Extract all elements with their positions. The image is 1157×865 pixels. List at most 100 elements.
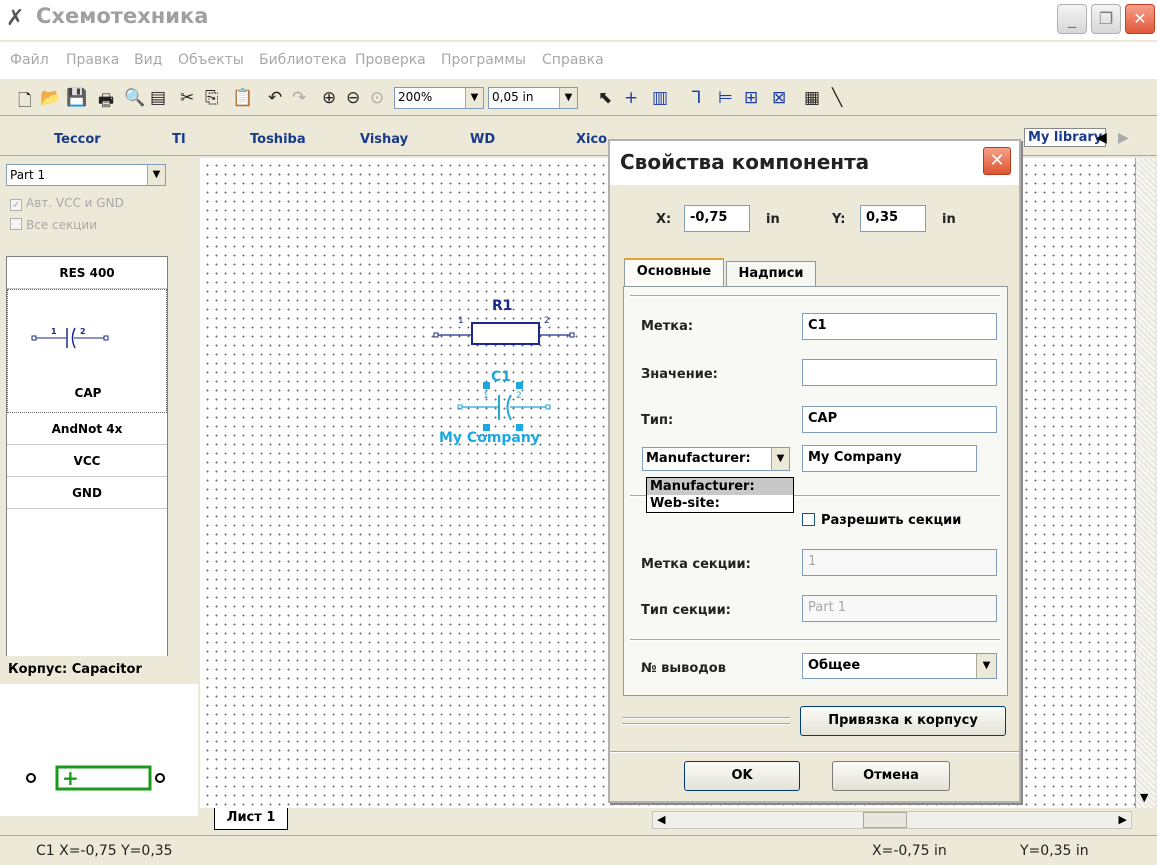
label-field[interactable]: C1 <box>802 313 997 340</box>
copy-icon[interactable]: ⎘ <box>205 88 219 108</box>
scroll-thumb[interactable] <box>863 812 907 828</box>
status-x: X=-0,75 in <box>872 843 947 859</box>
wire-icon[interactable]: ⅂ <box>692 88 701 108</box>
chevron-down-icon: ▼ <box>559 88 577 108</box>
pins-select-value: Общее <box>808 658 861 673</box>
print-icon[interactable]: 🖶 <box>98 88 114 117</box>
crosshair-icon[interactable]: + <box>624 88 638 108</box>
tab-main[interactable]: Основные <box>624 258 724 288</box>
pins-label: № выводов <box>641 661 726 676</box>
status-selection: C1 X=-0,75 Y=0,35 <box>36 843 173 859</box>
zoom-fit-icon[interactable]: ⊙ <box>370 88 384 108</box>
pointer-icon[interactable]: ⬉ <box>598 88 612 108</box>
cut-icon[interactable]: ✂ <box>180 88 194 108</box>
y-unit: in <box>942 212 956 227</box>
menu-view[interactable]: Вид <box>134 52 162 68</box>
vertical-scrollbar[interactable]: ▼ <box>1135 158 1155 808</box>
dropdown-option-manufacturer[interactable]: Manufacturer: <box>647 478 793 495</box>
scroll-right-icon[interactable]: ▶ <box>1118 130 1129 146</box>
library-tab-vishay[interactable]: Vishay <box>360 132 408 147</box>
menu-programs[interactable]: Программы <box>441 52 526 68</box>
chevron-down-icon: ▼ <box>771 448 789 470</box>
menu-check[interactable]: Проверка <box>355 52 426 68</box>
section-label-field[interactable]: 1 <box>802 549 997 576</box>
save-icon[interactable]: 💾 <box>66 88 87 108</box>
pins-select[interactable]: Общее ▼ <box>802 653 997 679</box>
table-icon[interactable]: ▦ <box>804 88 820 108</box>
attribute-select[interactable]: Manufacturer: ▼ <box>642 447 790 471</box>
list-item[interactable]: GND <box>7 477 167 509</box>
grid-select[interactable]: 0,05 in ▼ <box>488 87 578 109</box>
sheet-tab[interactable]: Лист 1 <box>214 808 288 830</box>
probe-icon[interactable]: ⊠ <box>772 88 786 108</box>
scroll-left-icon[interactable]: ◀ <box>1096 130 1107 146</box>
allow-sections-checkbox[interactable]: Разрешить секции <box>802 513 961 528</box>
menu-help[interactable]: Справка <box>542 52 604 68</box>
scroll-down-icon[interactable]: ▼ <box>1140 791 1148 804</box>
part-label: GND <box>72 486 102 500</box>
attribute-value-field[interactable]: My Company <box>802 445 977 472</box>
print-preview-icon[interactable]: 🔍 <box>124 88 145 108</box>
section-label-field-label: Метка секции: <box>641 557 751 572</box>
component-icon[interactable]: ▥ <box>652 88 668 108</box>
menu-edit[interactable]: Правка <box>66 52 119 68</box>
resistor-r1[interactable] <box>433 322 575 345</box>
list-item[interactable]: 1 2 CAP <box>7 289 167 413</box>
all-sections-checkbox[interactable]: Все секции <box>10 218 97 232</box>
scroll-left-icon[interactable]: ◀ <box>657 813 665 826</box>
menu-objects[interactable]: Объекты <box>178 52 244 68</box>
paste-icon[interactable]: 📋 <box>232 88 253 108</box>
svg-text:2: 2 <box>80 327 86 336</box>
zoom-out-icon[interactable]: ⊖ <box>346 88 360 108</box>
menu-file[interactable]: Файл <box>10 52 49 68</box>
new-file-icon[interactable]: 🗋 <box>18 88 32 117</box>
value-field[interactable] <box>802 359 997 386</box>
redo-icon[interactable]: ↷ <box>292 88 306 108</box>
library-tab-ti[interactable]: TI <box>172 132 186 147</box>
attribute-dropdown-list[interactable]: Manufacturer: Web-site: <box>646 477 794 513</box>
r1-reference-label: R1 <box>492 298 513 314</box>
undo-icon[interactable]: ↶ <box>268 88 282 108</box>
scroll-right-icon[interactable]: ▶ <box>1119 813 1127 826</box>
library-tab-xico[interactable]: Xico <box>576 132 607 147</box>
list-item[interactable]: RES 400 <box>7 257 167 289</box>
close-button[interactable]: ✕ <box>1125 4 1155 34</box>
menu-bar: Файл Правка Вид Объекты Библиотека Прове… <box>0 42 1157 78</box>
separator <box>630 295 1000 297</box>
open-folder-icon[interactable]: 📂 <box>40 88 61 108</box>
capacitor-c1[interactable] <box>457 382 551 431</box>
library-tab-wd[interactable]: WD <box>470 132 495 147</box>
list-item[interactable]: VCC <box>7 445 167 477</box>
zoom-select[interactable]: 200% ▼ <box>394 87 484 109</box>
library-tab-my-library[interactable]: My library <box>1024 128 1107 147</box>
library-tab-teccor[interactable]: Teccor <box>54 132 101 147</box>
dropdown-option-website[interactable]: Web-site: <box>647 495 793 512</box>
net-icon[interactable]: ⊞ <box>744 88 758 108</box>
library-tab-toshiba[interactable]: Toshiba <box>250 132 306 147</box>
horizontal-scrollbar[interactable]: ◀ ▶ <box>652 811 1132 829</box>
maximize-button[interactable]: ❐ <box>1091 4 1121 34</box>
bus-icon[interactable]: ⊨ <box>718 88 733 108</box>
zoom-in-icon[interactable]: ⊕ <box>322 88 336 108</box>
label-field-label: Метка: <box>641 319 694 334</box>
section-type-field[interactable]: Part 1 <box>802 595 997 622</box>
minimize-button[interactable]: _ <box>1057 4 1087 34</box>
report-icon[interactable]: ▤ <box>150 88 166 108</box>
auto-vcc-gnd-checkbox[interactable]: ✓ Авт. VCC и GND <box>10 196 124 211</box>
component-properties-dialog: Свойства компонента ✕ X: -0,75 in Y: 0,3… <box>608 139 1021 803</box>
ok-button[interactable]: OK <box>684 761 800 791</box>
list-item[interactable]: AndNot 4x <box>7 413 167 445</box>
section-select[interactable]: Part 1 ▼ <box>6 164 166 186</box>
tab-labels[interactable]: Надписи <box>726 261 816 287</box>
type-field[interactable]: CAP <box>802 406 997 433</box>
cancel-button[interactable]: Отмена <box>832 761 950 791</box>
status-bar: C1 X=-0,75 Y=0,35 X=-0,75 in Y=0,35 in <box>0 835 1157 865</box>
line-icon[interactable]: ╲ <box>832 88 842 108</box>
dialog-close-button[interactable]: ✕ <box>983 147 1011 175</box>
bind-to-package-button[interactable]: Привязка к корпусу <box>800 706 1006 736</box>
menu-library[interactable]: Библиотека <box>259 52 347 68</box>
y-field[interactable]: 0,35 <box>860 205 926 232</box>
sheet-tabs-bar: Лист 1 ◀ ▶ <box>200 808 1155 832</box>
x-field[interactable]: -0,75 <box>684 205 750 232</box>
dialog-title: Свойства компонента <box>620 150 870 174</box>
